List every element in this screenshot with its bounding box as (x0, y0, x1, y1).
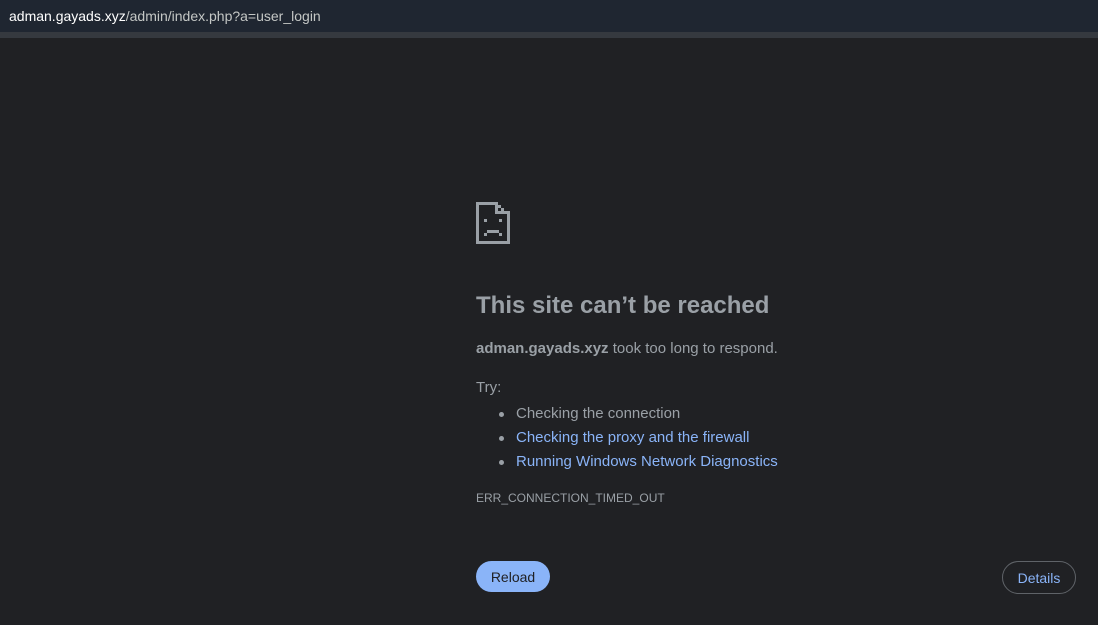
page-title: This site can’t be reached (476, 292, 770, 319)
toolbar-divider (0, 32, 1098, 38)
suggestion-check-connection: Checking the connection (499, 402, 778, 426)
error-code: ERR_CONNECTION_TIMED_OUT (476, 491, 665, 505)
message-host: adman.gayads.xyz (476, 340, 609, 357)
error-message: adman.gayads.xyz took too long to respon… (476, 340, 778, 358)
reload-button[interactable]: Reload (476, 561, 550, 592)
suggestion-check-proxy-link[interactable]: Checking the proxy and the firewall (499, 426, 778, 450)
url-text[interactable]: adman.gayads.xyz/admin/index.php?a=user_… (9, 8, 321, 24)
address-bar[interactable]: adman.gayads.xyz/admin/index.php?a=user_… (0, 0, 1098, 32)
error-content: This site can’t be reached adman.gayads.… (476, 200, 1036, 505)
suggestion-network-diagnostics-link[interactable]: Running Windows Network Diagnostics (499, 450, 778, 474)
message-text: took too long to respond. (608, 340, 778, 357)
try-label: Try: (476, 379, 502, 396)
url-host: adman.gayads.xyz (9, 8, 126, 24)
details-button[interactable]: Details (1002, 561, 1076, 594)
suggestion-list: Checking the connection Checking the pro… (476, 402, 778, 474)
sad-page-icon (476, 202, 510, 244)
url-path: /admin/index.php?a=user_login (125, 8, 321, 24)
